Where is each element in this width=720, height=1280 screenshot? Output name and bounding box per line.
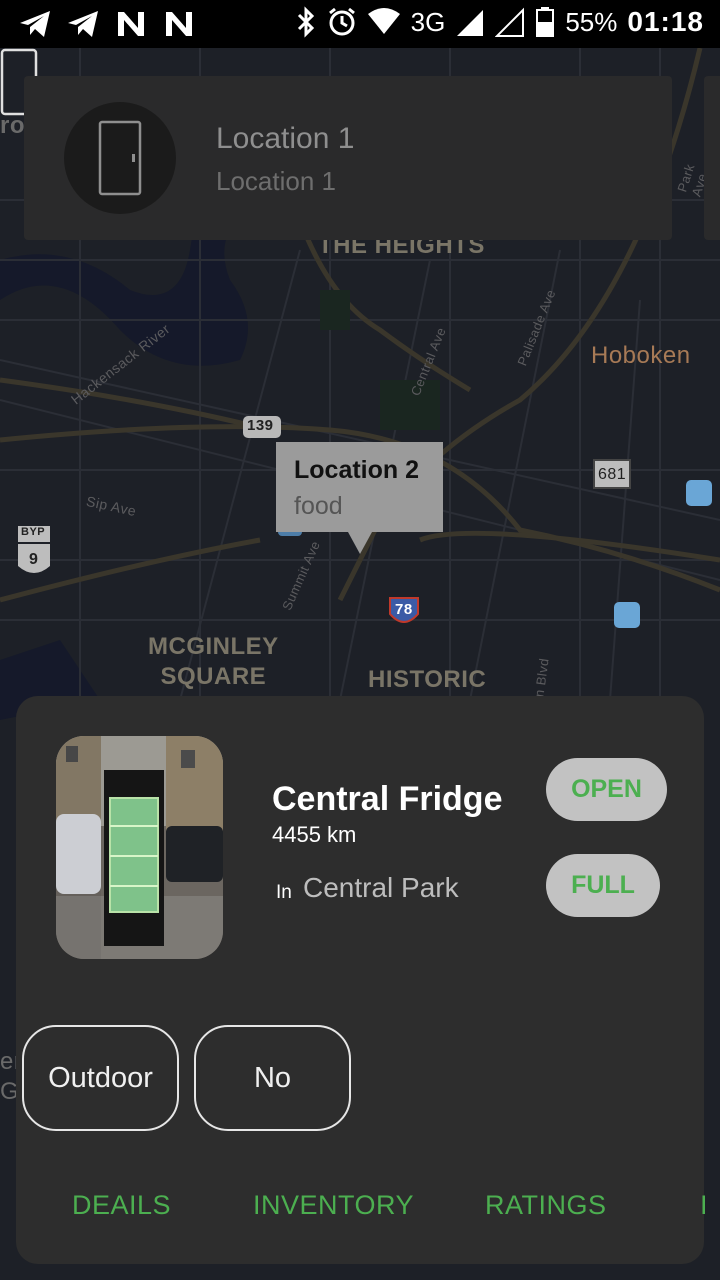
telegram-icon — [20, 11, 50, 37]
location-avatar — [64, 102, 176, 214]
battery-level: 55% — [565, 6, 618, 37]
tab-inventory[interactable]: INVENTORY — [253, 1190, 414, 1221]
route-139-shield: 139 — [247, 417, 274, 434]
info-window-subtitle: food — [294, 492, 343, 520]
status-full-badge: FULL — [546, 854, 660, 917]
next-location-card[interactable] — [704, 76, 720, 240]
fridge-name: Central Fridge — [272, 780, 503, 818]
marker-info-window[interactable]: Location 2 food — [276, 442, 443, 554]
battery-icon — [536, 7, 555, 37]
status-bar: 3G 55% 01:18 — [0, 0, 720, 48]
signal-empty-icon — [495, 7, 525, 37]
info-window-title: Location 2 — [294, 456, 420, 484]
location-prefix: In — [276, 882, 292, 903]
location-card[interactable]: Location 1 Location 1 — [24, 76, 672, 240]
i-78-shield: 78 — [395, 601, 413, 618]
us-9-shield: 9 — [29, 551, 39, 568]
n-app-icon — [118, 12, 144, 36]
fridge-photo-image — [56, 736, 223, 959]
tag-outdoor[interactable]: Outdoor — [22, 1025, 179, 1131]
map-label-mcginley-square: MCGINLEY SQUARE — [148, 633, 279, 690]
tab-details[interactable]: DEAILS — [72, 1190, 171, 1221]
telegram-icon — [68, 11, 98, 37]
bypass-sign: BYP — [21, 526, 46, 538]
fridge-location-name: Central Park — [303, 872, 459, 903]
tag-no[interactable]: No — [194, 1025, 351, 1131]
location-subtitle: Location 1 — [216, 166, 336, 196]
tab-overflow[interactable]: I — [700, 1190, 708, 1221]
wifi-icon — [367, 8, 400, 34]
door-icon — [98, 120, 142, 196]
route-681-shield: 681 — [598, 466, 627, 483]
fridge-photo — [56, 736, 223, 959]
map-label-historic: HISTORIC — [368, 666, 487, 693]
network-type: 3G — [410, 6, 446, 37]
n-app-icon — [166, 12, 192, 36]
signal-icon — [457, 10, 484, 36]
alarm-icon — [328, 7, 355, 36]
clock: 01:18 — [627, 6, 704, 37]
fridge-distance: 4455 km — [272, 822, 357, 847]
fridge-details-sheet[interactable]: Central Fridge 4455 km In Central Park O… — [16, 696, 708, 1264]
location-title: Location 1 — [216, 122, 355, 155]
bluetooth-icon — [297, 6, 314, 38]
map-label-hoboken: Hoboken — [591, 342, 691, 369]
detail-tabs: DEAILS INVENTORY RATINGS I — [16, 1190, 708, 1230]
status-open-badge: OPEN — [546, 758, 667, 821]
tab-ratings[interactable]: RATINGS — [485, 1190, 607, 1221]
